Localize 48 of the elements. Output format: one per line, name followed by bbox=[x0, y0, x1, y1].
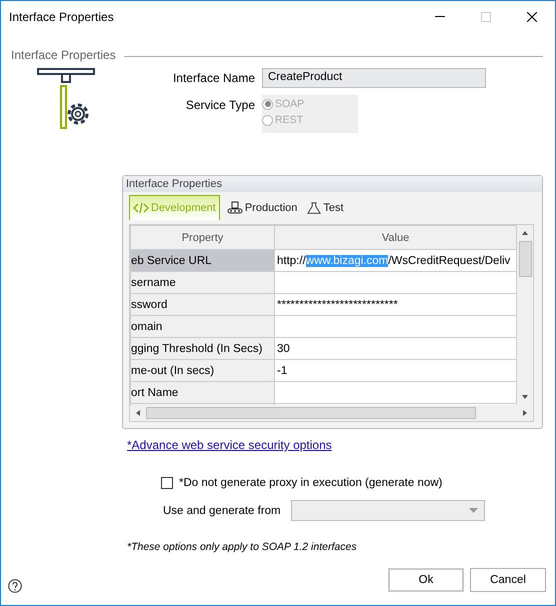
close-icon[interactable] bbox=[527, 12, 537, 22]
tab[interactable]: Test bbox=[304, 195, 347, 220]
scroll-left-icon[interactable] bbox=[134, 409, 142, 417]
radio-label: REST bbox=[275, 114, 304, 126]
field-label: Use and generate from bbox=[163, 504, 281, 516]
radio-label: SOAP bbox=[275, 98, 304, 110]
window-title: Interface Properties bbox=[9, 10, 115, 24]
group-title: Interface Properties bbox=[11, 48, 116, 62]
radio-button[interactable] bbox=[262, 98, 273, 110]
minimize-icon[interactable] bbox=[435, 16, 445, 18]
machine-icon bbox=[226, 200, 243, 214]
tab[interactable]: Production bbox=[224, 195, 300, 220]
value-text: 30 bbox=[277, 342, 290, 354]
property-cell[interactable]: eb Service URL bbox=[130, 250, 274, 272]
checkbox-label: *Do not generate proxy in execution (generate now) bbox=[179, 477, 442, 489]
flask-icon bbox=[307, 200, 322, 214]
value-text: *************************** bbox=[277, 298, 398, 310]
column-header[interactable]: Value bbox=[274, 226, 517, 250]
value-text: www.bizagi.com bbox=[306, 254, 388, 266]
horizontal-scrollbar[interactable] bbox=[130, 405, 533, 421]
column-header[interactable]: Property bbox=[130, 226, 274, 250]
value-text: /WsCreditRequest/Deliv bbox=[388, 254, 510, 266]
security-options-link[interactable]: *Advance web service security options bbox=[127, 438, 332, 452]
dialog-button[interactable]: Ok bbox=[388, 568, 464, 592]
property-cell[interactable]: sername bbox=[130, 272, 274, 294]
code-icon bbox=[133, 201, 149, 215]
property-cell[interactable]: me-out (In secs) bbox=[130, 360, 274, 382]
property-cell[interactable]: ssword bbox=[130, 294, 274, 316]
property-cell[interactable]: ort Name bbox=[130, 382, 274, 404]
value-text: -1 bbox=[277, 364, 288, 376]
vertical-scrollbar[interactable] bbox=[517, 225, 533, 405]
panel-title: Interface Properties bbox=[126, 178, 222, 190]
scroll-thumb[interactable] bbox=[146, 407, 476, 419]
field-label: Interface Name bbox=[172, 70, 255, 85]
scroll-right-icon[interactable] bbox=[521, 409, 529, 417]
property-cell[interactable]: omain bbox=[130, 316, 274, 338]
radio-button[interactable] bbox=[262, 114, 273, 126]
scroll-thumb[interactable] bbox=[518, 241, 532, 277]
caret-icon[interactable] bbox=[468, 508, 478, 513]
help-icon[interactable] bbox=[8, 579, 22, 593]
checkbox[interactable] bbox=[161, 477, 173, 489]
footnote: *These options only apply to SOAP 1.2 interfaces bbox=[127, 541, 358, 553]
value-text: http:// bbox=[277, 254, 306, 266]
field-label: Service Type bbox=[184, 97, 255, 112]
interface-gear-drawing bbox=[37, 68, 95, 130]
interface-name-field[interactable]: CreateProduct bbox=[262, 68, 486, 88]
dialog-button[interactable]: Cancel bbox=[470, 568, 546, 592]
property-cell[interactable]: gging Threshold (In Secs) bbox=[130, 338, 274, 360]
